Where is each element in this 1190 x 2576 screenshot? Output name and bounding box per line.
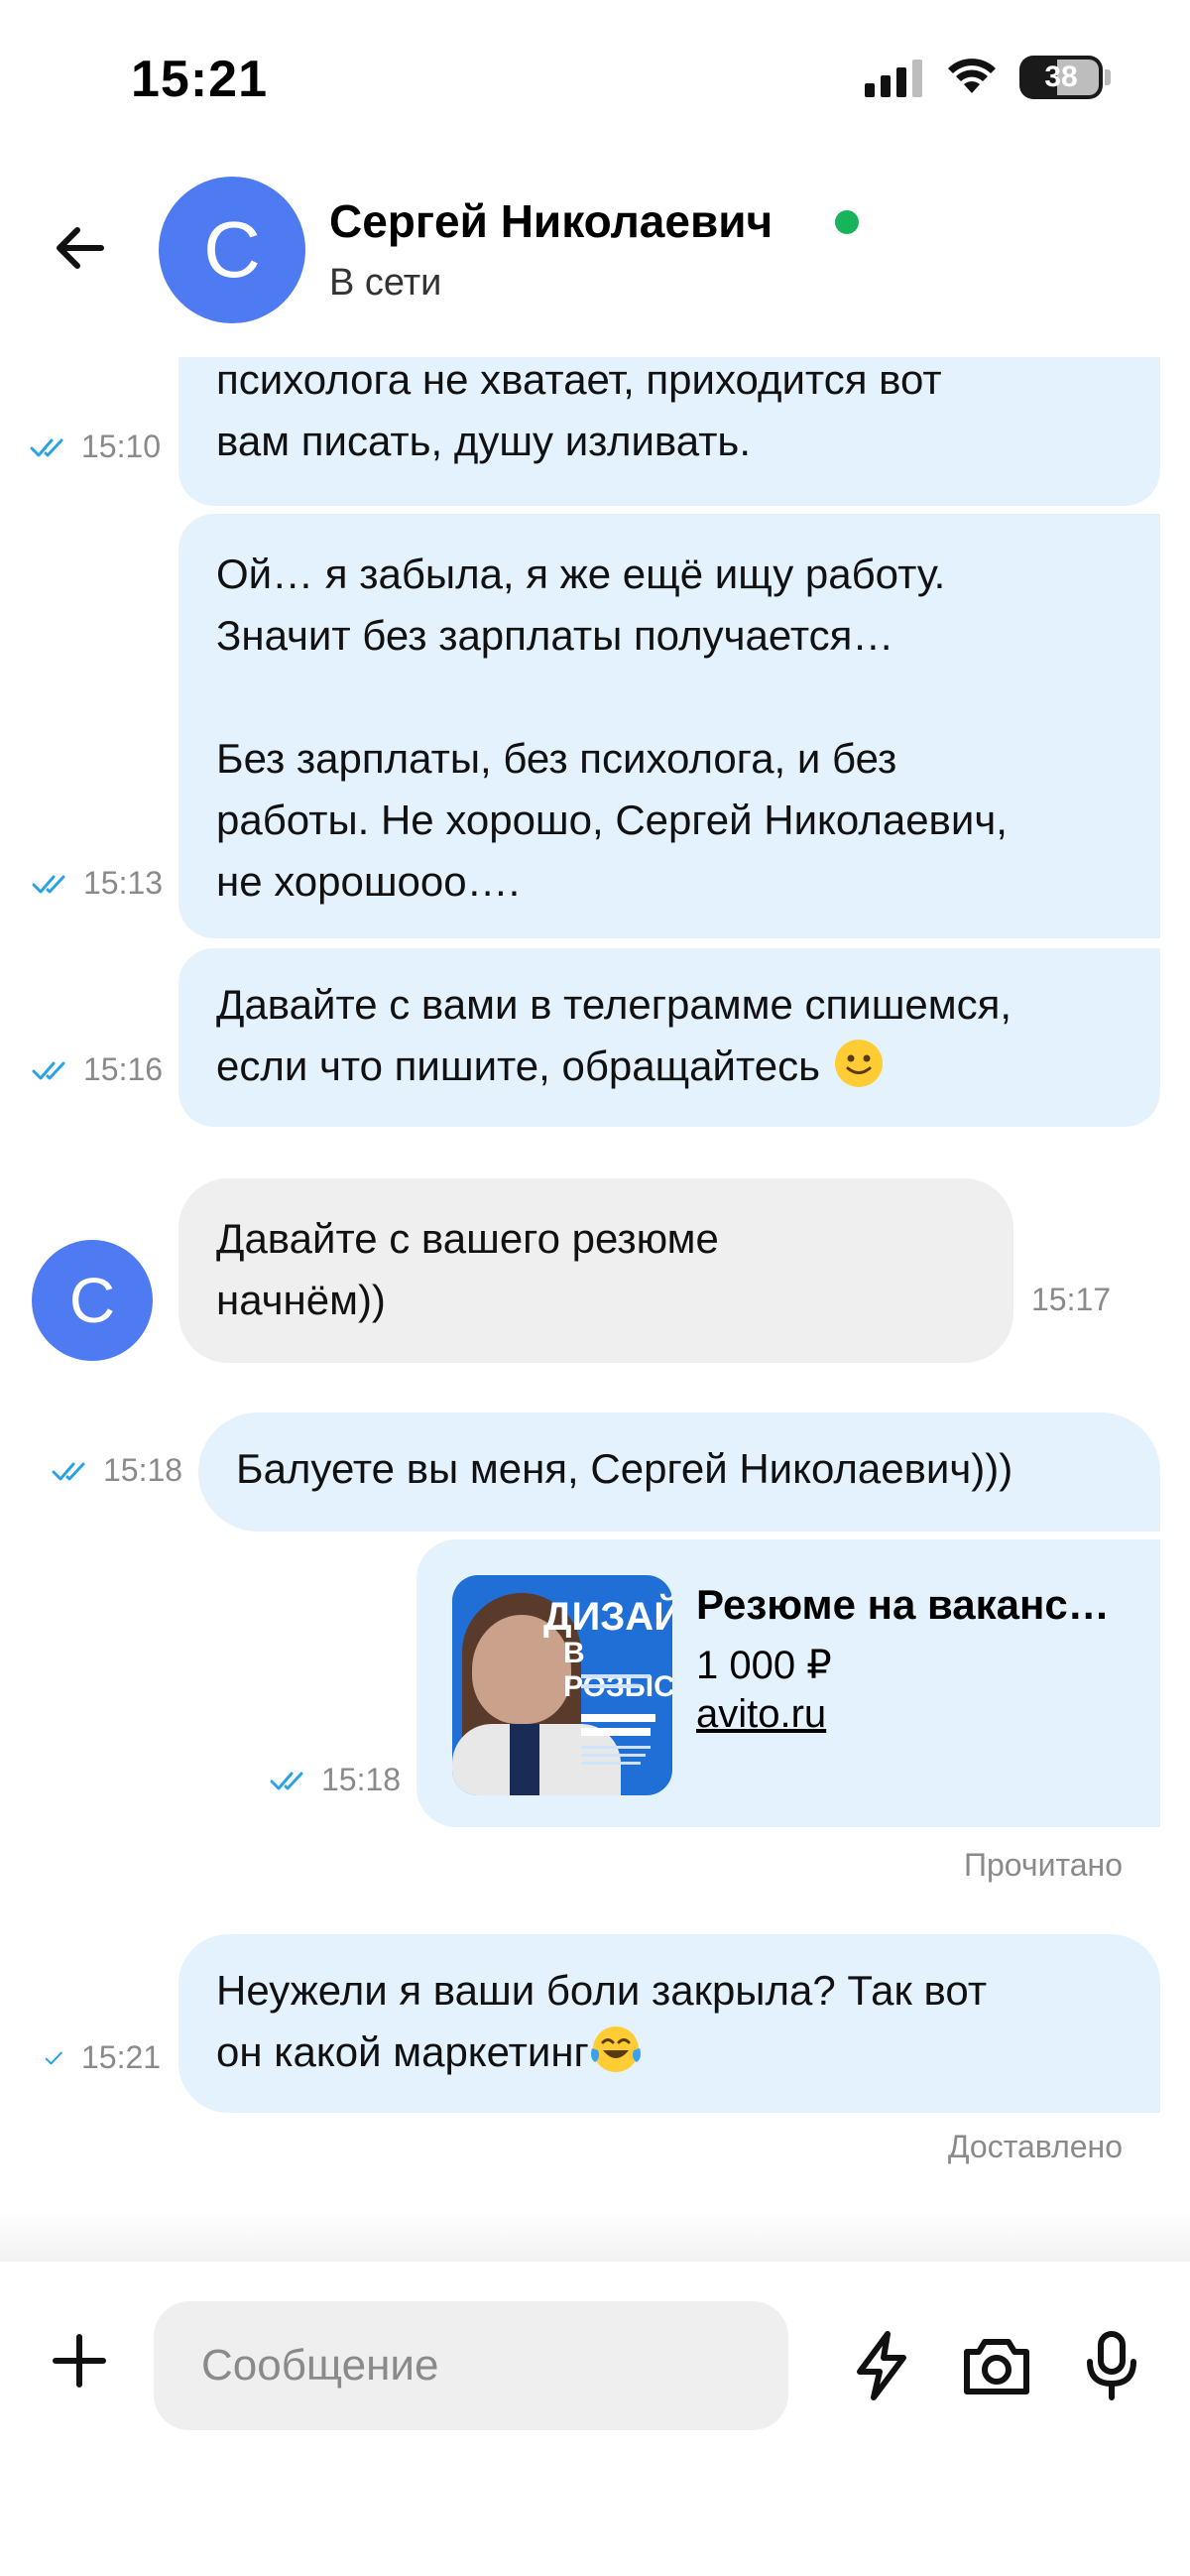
message-meta: 15:16 (32, 1051, 163, 1088)
message-meta: 15:18 (270, 1762, 401, 1798)
battery-level: 38 (1044, 61, 1078, 93)
tears-of-joy-emoji (590, 2026, 641, 2072)
attach-button[interactable] (40, 2321, 119, 2400)
sender-avatar[interactable]: С (32, 1240, 153, 1361)
message-bubble[interactable]: психолога не хватает, приходится вот вам… (178, 357, 1160, 506)
message-time: 15:17 (1031, 1282, 1112, 1317)
message-line: не хорошооо…. (216, 858, 521, 905)
contact-avatar[interactable]: С (159, 177, 305, 323)
delivered-status-label: Доставлено (947, 2129, 1123, 2164)
card-title: Резюме на ваканс… (696, 1581, 1110, 1628)
chat-header: С Сергей Николаевич В сети (0, 159, 1190, 357)
status-time: 15:21 (131, 51, 268, 108)
microphone-button[interactable] (1069, 2323, 1154, 2408)
status-icons: 38 (865, 56, 1111, 99)
message-line: психолога не хватает, приходится вот (216, 357, 942, 403)
double-check-icon (270, 1772, 303, 1789)
arrow-left-icon (57, 227, 104, 269)
thumbnail-title: ДИЗАЙНЕ (543, 1595, 672, 1639)
message-bubble[interactable]: Давайте с вашего резюме начнём)) (178, 1178, 1013, 1363)
chat-messages[interactable]: психолога не хватает, приходится вот вам… (0, 357, 1190, 2262)
message-time: 15:10 (81, 429, 162, 464)
quick-reply-button[interactable] (839, 2323, 924, 2408)
message-bubble[interactable]: Давайте с вами в телеграмме спишемся, ес… (178, 948, 1160, 1127)
message-line (216, 667, 1123, 728)
message-line: Неужели я ваши боли закрыла? Так вот (216, 1967, 988, 2014)
message-meta: 15:10 (30, 429, 161, 465)
microphone-icon (1087, 2331, 1136, 2400)
message-input[interactable] (154, 2301, 788, 2430)
read-status-label: Прочитано (964, 1847, 1123, 1883)
message-line: начнём)) (216, 1277, 386, 1323)
battery-icon: 38 (1019, 56, 1111, 99)
message-time: 15:13 (83, 865, 164, 901)
message-line: если что пишите, обращайтесь (216, 1043, 820, 1089)
message-meta: 15:13 (32, 865, 163, 902)
message-time: 15:21 (81, 2039, 162, 2075)
double-check-icon (32, 1061, 65, 1079)
contact-name[interactable]: Сергей Николаевич (329, 194, 773, 248)
message-time: 15:18 (103, 1452, 183, 1488)
lightning-icon (857, 2331, 906, 2400)
status-bar: 15:21 38 (0, 0, 1190, 159)
message-line: Значит без зарплаты получается… (216, 612, 894, 659)
slight-smile-emoji (834, 1040, 883, 1087)
message-line: вам писать, душу изливать. (216, 418, 751, 464)
online-indicator (835, 210, 859, 234)
composer-bar (0, 2262, 1190, 2576)
double-check-icon (30, 438, 63, 456)
card-link[interactable]: avito.ru (696, 1692, 826, 1737)
contact-status: В сети (329, 262, 442, 304)
back-button[interactable] (40, 208, 119, 288)
message-bubble[interactable]: Ой… я забыла, я же ещё ищу работу. Значи… (178, 514, 1160, 938)
message-line: Балуете вы меня, Сергей Николаевич))) (236, 1445, 1013, 1492)
resume-thumbnail: ДИЗАЙНЕ В РОЗЫСК (452, 1575, 672, 1795)
wifi-icon (948, 59, 996, 93)
message-bubble[interactable]: Неужели я ваши боли закрыла? Так вот он … (178, 1934, 1160, 2113)
plus-icon (53, 2334, 106, 2388)
camera-icon (964, 2339, 1029, 2394)
message-line: Давайте с вашего резюме (216, 1215, 719, 1262)
signal-icon (865, 60, 922, 97)
message-line: он какой маркетинг (216, 2028, 589, 2075)
message-meta: 15:18 (52, 1452, 182, 1489)
message-line: работы. Не хорошо, Сергей Николаевич, (216, 797, 1008, 843)
single-check-icon (45, 2051, 62, 2064)
message-time: 15:16 (83, 1051, 164, 1087)
camera-button[interactable] (954, 2323, 1039, 2408)
message-time: 15:18 (321, 1762, 402, 1797)
message-meta: 15:17 (1031, 1282, 1111, 1318)
card-price: 1 000 ₽ (696, 1644, 832, 1687)
double-check-icon (32, 875, 65, 893)
message-line: Без зарплаты, без психолога, и без (216, 735, 897, 782)
message-line: Давайте с вами в телеграмме спишемся, (216, 981, 1012, 1028)
message-meta: 15:21 (44, 2039, 161, 2076)
message-bubble[interactable]: Балуете вы меня, Сергей Николаевич))) (198, 1412, 1160, 1532)
double-check-icon (52, 1462, 85, 1480)
link-card-message[interactable]: ДИЗАЙНЕ В РОЗЫСК Резюме на ваканс… 1 000… (416, 1539, 1160, 1827)
message-line: Ой… я забыла, я же ещё ищу работу. (216, 551, 946, 597)
